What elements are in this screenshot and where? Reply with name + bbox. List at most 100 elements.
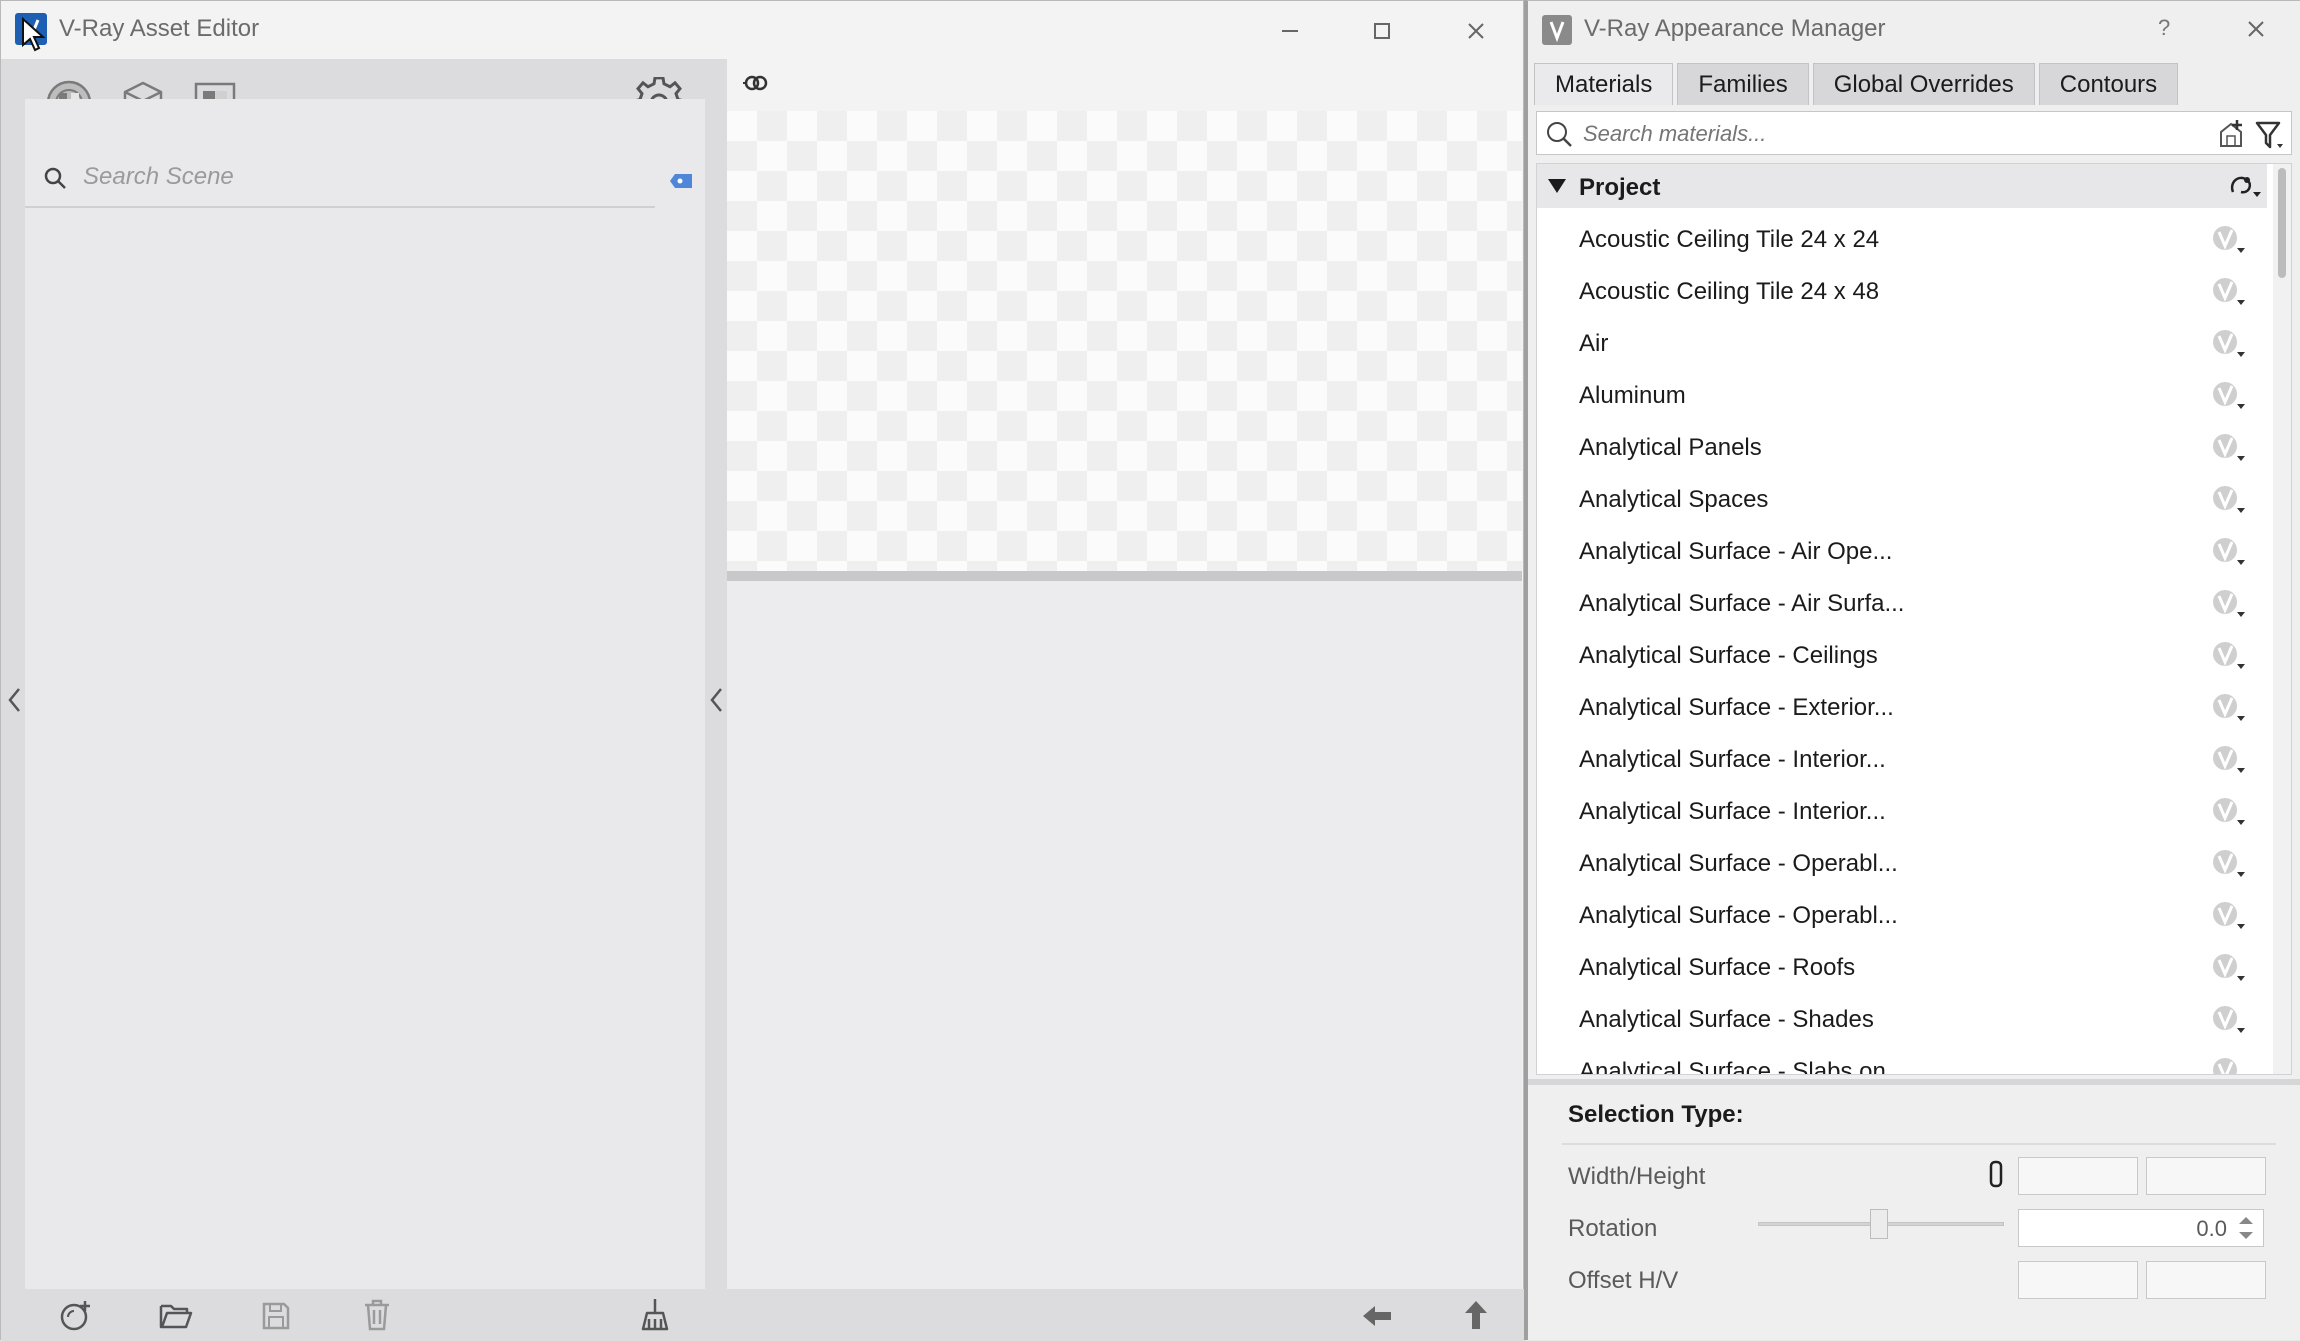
vray-material-icon[interactable] <box>2211 640 2247 679</box>
vray-material-icon[interactable] <box>2211 276 2247 315</box>
group-options-icon[interactable] <box>2227 172 2263 202</box>
tab-families[interactable]: Families <box>1677 63 1809 105</box>
tab-materials[interactable]: Materials <box>1534 63 1674 105</box>
filter-icon[interactable] <box>2255 120 2285 150</box>
window-title: V-Ray Appearance Manager <box>1584 15 1886 42</box>
vray-material-icon[interactable] <box>2211 224 2247 263</box>
material-name: Analytical Surface - Shades <box>1579 1006 1874 1033</box>
vray-material-icon[interactable] <box>2211 848 2247 887</box>
vray-material-icon[interactable] <box>2211 900 2247 939</box>
material-row[interactable]: Acoustic Ceiling Tile 24 x 24 <box>1537 214 2267 266</box>
vray-material-icon[interactable] <box>2211 432 2247 471</box>
arrow-up-icon[interactable] <box>1463 1299 1489 1331</box>
material-row[interactable]: Aluminum <box>1537 370 2267 422</box>
material-row[interactable]: Analytical Surface - Operabl... <box>1537 838 2267 890</box>
list-scrollbar[interactable] <box>2273 164 2291 1074</box>
tag-filter-icon[interactable] <box>669 173 693 189</box>
vray-material-icon[interactable] <box>2211 692 2247 731</box>
material-row[interactable]: Analytical Surface - Slabs on... <box>1537 1046 2267 1075</box>
search-icon <box>44 167 66 189</box>
tab-bar: Materials Families Global Overrides Cont… <box>1528 63 2179 105</box>
tab-global-overrides[interactable]: Global Overrides <box>1812 63 2035 105</box>
material-row[interactable]: Analytical Surface - Air Ope... <box>1537 526 2267 578</box>
vray-material-icon[interactable] <box>2211 588 2247 627</box>
material-name: Analytical Surface - Air Surfa... <box>1579 590 1905 617</box>
vray-material-icon[interactable] <box>2211 744 2247 783</box>
close-button[interactable] <box>2246 19 2266 39</box>
search-scene-field[interactable] <box>25 146 655 208</box>
minimize-button[interactable] <box>1257 9 1323 53</box>
vray-material-icon[interactable] <box>2211 1004 2247 1043</box>
material-row[interactable]: Analytical Surface - Operabl... <box>1537 890 2267 942</box>
close-button[interactable] <box>1443 9 1509 53</box>
material-name: Analytical Surface - Interior... <box>1579 798 1886 825</box>
material-name: Acoustic Ceiling Tile 24 x 48 <box>1579 278 1880 305</box>
width-field[interactable] <box>2018 1157 2138 1195</box>
save-icon[interactable] <box>261 1301 291 1331</box>
scene-tree <box>25 209 705 1289</box>
selection-type-label: Selection Type: <box>1568 1101 1744 1128</box>
material-name: Analytical Surface - Operabl... <box>1579 902 1898 929</box>
material-name: Aluminum <box>1579 382 1686 409</box>
mouse-cursor-icon <box>22 17 46 52</box>
asset-bottom-toolbar <box>1 1289 1525 1341</box>
vray-material-icon[interactable] <box>2211 380 2247 419</box>
collapse-left-icon[interactable] <box>5 685 25 715</box>
search-icon <box>1547 122 1572 147</box>
collapse-list-icon[interactable] <box>707 685 727 715</box>
rotation-slider-thumb[interactable] <box>1870 1209 1888 1239</box>
vray-material-icon[interactable] <box>2211 536 2247 575</box>
vray-material-icon[interactable] <box>2211 796 2247 835</box>
offset-v-field[interactable] <box>2146 1261 2266 1299</box>
triangle-down-icon[interactable] <box>1547 178 1567 194</box>
material-row[interactable]: Analytical Surface - Shades <box>1537 994 2267 1046</box>
material-name: Analytical Surface - Slabs on... <box>1579 1058 1906 1075</box>
arrow-left-icon[interactable] <box>1361 1303 1393 1329</box>
material-row[interactable]: Analytical Surface - Exterior... <box>1537 682 2267 734</box>
asset-editor-titlebar: V-Ray Asset Editor <box>1 1 1523 59</box>
material-row[interactable]: Analytical Surface - Interior... <box>1537 734 2267 786</box>
material-row[interactable]: Air <box>1537 318 2267 370</box>
search-scene-input[interactable] <box>81 160 621 194</box>
open-folder-icon[interactable] <box>159 1301 193 1331</box>
offset-label: Offset H/V <box>1568 1267 1679 1294</box>
rotation-spinner[interactable] <box>2231 1211 2261 1245</box>
asset-editor-window: V-Ray Asset Editor <box>0 0 1525 1341</box>
maximize-button[interactable] <box>1349 9 1415 53</box>
material-preview <box>727 111 1522 571</box>
vray-material-icon[interactable] <box>2211 952 2247 991</box>
vray-app-icon <box>1542 15 1572 45</box>
search-materials-input[interactable] <box>1581 118 2161 150</box>
add-material-icon[interactable] <box>2217 118 2247 148</box>
create-asset-icon[interactable] <box>59 1299 93 1333</box>
scrollbar-thumb[interactable] <box>2278 168 2286 278</box>
offset-h-field[interactable] <box>2018 1261 2138 1299</box>
vray-material-icon[interactable] <box>2211 484 2247 523</box>
material-row[interactable]: Analytical Panels <box>1537 422 2267 474</box>
material-row[interactable]: Acoustic Ceiling Tile 24 x 48 <box>1537 266 2267 318</box>
search-materials-field[interactable] <box>1536 111 2292 155</box>
material-row[interactable]: Analytical Spaces <box>1537 474 2267 526</box>
preview-resize-handle[interactable] <box>727 571 1522 581</box>
render-preview-icon[interactable] <box>741 71 771 95</box>
delete-icon[interactable] <box>363 1299 391 1331</box>
rotation-value: 0.0 <box>2196 1216 2227 1241</box>
vray-material-icon[interactable] <box>2211 1056 2247 1074</box>
material-row[interactable]: Analytical Surface - Air Surfa... <box>1537 578 2267 630</box>
vray-material-icon[interactable] <box>2211 328 2247 367</box>
material-name: Air <box>1579 330 1609 357</box>
material-row[interactable]: Analytical Surface - Interior... <box>1537 786 2267 838</box>
panel-splitter[interactable] <box>707 59 727 1289</box>
height-field[interactable] <box>2146 1157 2266 1195</box>
material-row[interactable]: Analytical Surface - Roofs <box>1537 942 2267 994</box>
tab-contours[interactable]: Contours <box>2038 63 2179 105</box>
group-header-project[interactable]: Project <box>1537 164 2267 208</box>
help-button[interactable]: ? <box>2158 15 2170 41</box>
link-aspect-icon[interactable] <box>1988 1159 2004 1189</box>
material-row[interactable]: Analytical Surface - Ceilings <box>1537 630 2267 682</box>
rotation-label: Rotation <box>1568 1215 1658 1242</box>
purge-broom-icon[interactable] <box>639 1297 671 1333</box>
properties-area <box>727 581 1522 1289</box>
rotation-field[interactable]: 0.0 <box>2018 1209 2264 1247</box>
panel-splitter[interactable] <box>1528 1079 2300 1085</box>
